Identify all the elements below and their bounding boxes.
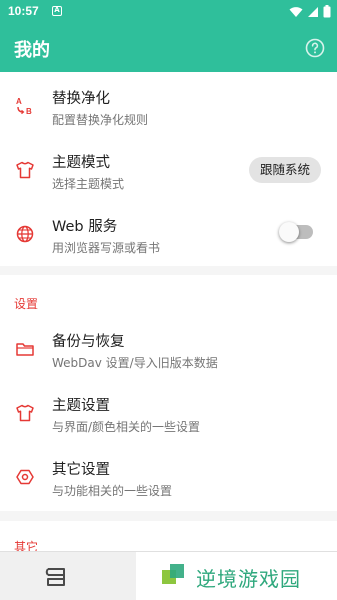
list-item-replace[interactable]: A B 替换净化 配置替换净化规则: [0, 74, 337, 138]
replace-icon: A B: [16, 97, 32, 116]
item-subtitle: 用浏览器写源或看书: [52, 241, 161, 255]
item-title: 备份与恢复: [52, 334, 125, 350]
globe-icon: [16, 225, 34, 243]
hexagon-settings-icon: [16, 469, 34, 485]
theme-mode-chip[interactable]: 跟随系统: [248, 157, 321, 183]
bookshelf-nav-icon: [45, 568, 65, 586]
list-item-theme-mode[interactable]: 主题模式 选择主题模式 跟随系统: [0, 138, 337, 202]
status-time: 10:57: [8, 4, 39, 18]
svg-text:A: A: [16, 97, 22, 106]
item-subtitle: 与功能相关的一些设置: [52, 484, 173, 498]
battery-icon: [323, 5, 331, 18]
web-service-toggle[interactable]: [279, 222, 313, 242]
list-item-other-settings[interactable]: 其它设置 与功能相关的一些设置: [0, 445, 337, 509]
status-bar: 10:57 A: [0, 0, 337, 24]
item-subtitle: 配置替换净化规则: [52, 113, 149, 127]
system-icons: [289, 5, 331, 18]
watermark-text: 逆境游戏园: [196, 567, 301, 591]
item-title: 主题设置: [52, 398, 110, 414]
list-item-theme-settings[interactable]: 主题设置 与界面/颜色相关的一些设置: [0, 381, 337, 445]
settings-section: 设置 备份与恢复 WebDav 设置/导入旧版本数据 主题设置 与界面/颜色相关…: [0, 275, 337, 511]
item-subtitle: 与界面/颜色相关的一些设置: [52, 420, 201, 434]
item-title: 主题模式: [52, 155, 110, 171]
wifi-icon: [289, 6, 303, 17]
signal-icon: [308, 6, 318, 17]
app-bar: 我的: [0, 24, 337, 72]
svg-text:B: B: [26, 107, 32, 116]
folder-icon: [16, 343, 34, 356]
top-section: A B 替换净化 配置替换净化规则 主题模式 选择主题模式 跟随系统 Web 服…: [0, 72, 337, 266]
item-subtitle: 选择主题模式: [52, 177, 125, 191]
list-item-backup[interactable]: 备份与恢复 WebDav 设置/导入旧版本数据: [0, 317, 337, 381]
watermark-logo-icon: [162, 564, 184, 584]
section-header-settings: 设置: [14, 297, 39, 311]
tshirt-icon: [16, 404, 34, 422]
notification-icon: A: [52, 6, 62, 16]
help-circle-icon[interactable]: [305, 38, 325, 58]
item-title: 替换净化: [52, 91, 110, 107]
list-item-web-service[interactable]: Web 服务 用浏览器写源或看书: [0, 202, 337, 266]
tshirt-icon: [16, 161, 34, 179]
item-subtitle: WebDav 设置/导入旧版本数据: [52, 356, 218, 370]
watermark: 逆境游戏园: [160, 558, 330, 594]
item-title: 其它设置: [52, 462, 110, 478]
item-title: Web 服务: [52, 219, 118, 235]
toggle-thumb: [279, 222, 299, 242]
bookshelf-nav-button[interactable]: [0, 552, 136, 600]
page-title: 我的: [14, 40, 50, 61]
